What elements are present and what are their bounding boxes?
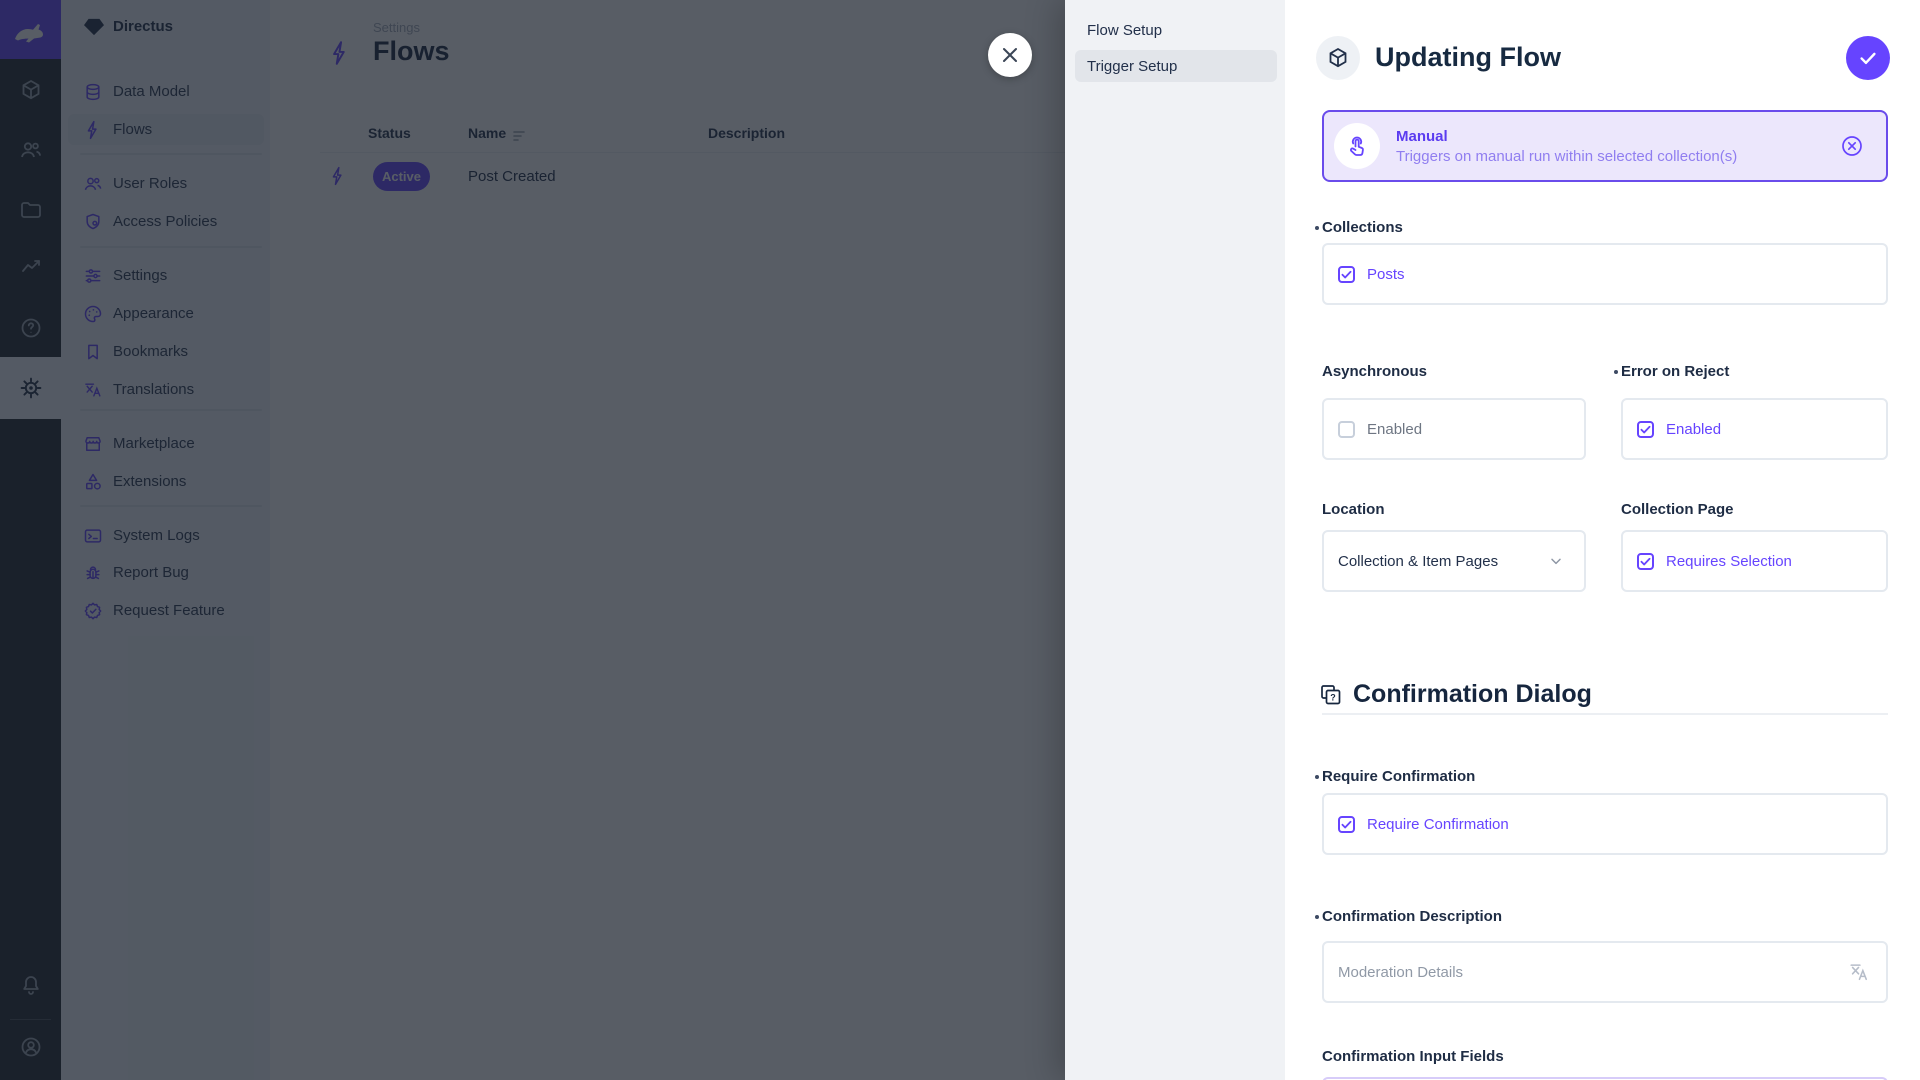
check-icon	[1340, 268, 1353, 281]
checkbox-label[interactable]: Enabled	[1666, 421, 1721, 438]
field-label-confirmation-description: Confirmation Description	[1322, 908, 1502, 925]
svg-text:?: ?	[1330, 692, 1336, 702]
checkbox-error-on-reject[interactable]	[1637, 421, 1654, 438]
check-icon	[1639, 555, 1652, 568]
input-value: Moderation Details	[1338, 964, 1848, 981]
trigger-card-manual[interactable]: Manual Triggers on manual run within sel…	[1322, 110, 1888, 182]
field-label-require-confirmation: Require Confirmation	[1322, 768, 1475, 785]
drawer-nav-trigger-setup[interactable]: Trigger Setup	[1075, 50, 1277, 82]
drawer-main: Updating Flow Manual Triggers on manual …	[1285, 0, 1920, 1080]
trigger-description: Triggers on manual run within selected c…	[1396, 148, 1840, 165]
checkbox-label[interactable]: Enabled	[1367, 421, 1422, 438]
app-root: { "colors": { "primary": "#6644ff", "mod…	[0, 0, 1920, 1080]
field-label-error-on-reject: Error on Reject	[1621, 363, 1729, 380]
checkbox-label[interactable]: Requires Selection	[1666, 553, 1792, 570]
field-label-location: Location	[1322, 501, 1385, 518]
check-icon	[1340, 818, 1353, 831]
field-label-asynchronous: Asynchronous	[1322, 363, 1427, 380]
translate-icon[interactable]	[1848, 961, 1870, 983]
collections-field: Posts	[1322, 243, 1888, 305]
dialog-question-icon: ?	[1319, 683, 1343, 707]
check-icon	[1857, 47, 1879, 69]
trigger-icon-circle	[1334, 123, 1380, 169]
drawer-nav-flow-setup[interactable]: Flow Setup	[1075, 14, 1277, 46]
drawer: Flow Setup Trigger Setup Updating Flow	[1065, 0, 1920, 1080]
checkbox-asynchronous[interactable]	[1338, 421, 1355, 438]
require-confirmation-field: Require Confirmation	[1322, 793, 1888, 855]
section-heading: ? Confirmation Dialog	[1319, 680, 1592, 709]
touch-app-icon	[1345, 134, 1369, 158]
drawer-title: Updating Flow	[1375, 42, 1561, 73]
asynchronous-field: Enabled	[1322, 398, 1586, 460]
drawer-nav: Flow Setup Trigger Setup	[1065, 0, 1285, 1080]
checkbox-posts[interactable]	[1338, 266, 1355, 283]
error-on-reject-field: Enabled	[1621, 398, 1888, 460]
remove-trigger-icon[interactable]	[1840, 134, 1864, 158]
trigger-title: Manual	[1396, 128, 1840, 145]
required-dot	[1614, 370, 1618, 374]
save-button[interactable]	[1846, 36, 1890, 80]
section-divider	[1322, 713, 1888, 715]
close-icon	[1000, 45, 1020, 65]
chevron-down-icon	[1548, 553, 1564, 569]
select-value: Collection & Item Pages	[1338, 553, 1548, 570]
required-dot	[1315, 775, 1319, 779]
checkbox-label[interactable]: Require Confirmation	[1367, 816, 1509, 833]
checkbox-requires-selection[interactable]	[1637, 553, 1654, 570]
confirmation-description-input[interactable]: Moderation Details	[1322, 941, 1888, 1003]
field-label-collections: Collections	[1322, 219, 1403, 236]
required-dot	[1315, 915, 1319, 919]
drawer-header-icon-circle	[1316, 36, 1360, 80]
section-title: Confirmation Dialog	[1353, 680, 1592, 709]
checkbox-require-confirmation[interactable]	[1338, 816, 1355, 833]
check-icon	[1639, 423, 1652, 436]
trigger-card-text: Manual Triggers on manual run within sel…	[1396, 128, 1840, 165]
required-dot	[1315, 226, 1319, 230]
location-select[interactable]: Collection & Item Pages	[1322, 530, 1586, 592]
close-drawer-button[interactable]	[988, 33, 1032, 77]
field-label-collection-page: Collection Page	[1621, 501, 1734, 518]
checkbox-label[interactable]: Posts	[1367, 266, 1405, 283]
cube-icon	[1326, 46, 1350, 70]
collection-page-field: Requires Selection	[1621, 530, 1888, 592]
field-label-confirmation-input-fields: Confirmation Input Fields	[1322, 1048, 1504, 1065]
